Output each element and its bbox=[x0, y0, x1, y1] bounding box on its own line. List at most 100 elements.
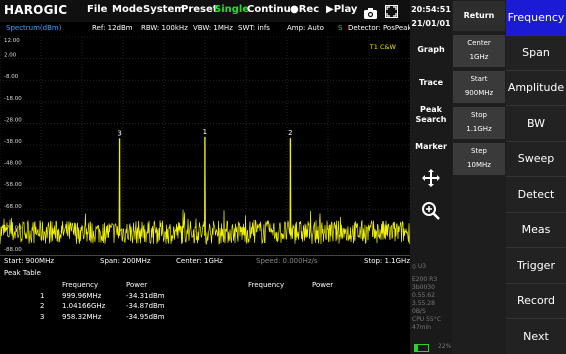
spectrum-unit-label: Spectrum(dBm) bbox=[6, 24, 62, 32]
single-button[interactable]: Single bbox=[214, 4, 249, 15]
marker-label: 1 bbox=[203, 128, 207, 136]
menu-amplitude[interactable]: Amplitude bbox=[506, 70, 566, 106]
menu-next[interactable]: Next bbox=[506, 319, 566, 354]
vbw-value: VBW: 1MHz bbox=[193, 24, 233, 32]
menu-system[interactable]: System bbox=[143, 4, 185, 15]
peak-row-index: 1 bbox=[40, 292, 45, 300]
status-line: 3b0030 bbox=[412, 284, 435, 291]
menu-record[interactable]: Record bbox=[506, 283, 566, 319]
fullscreen-icon[interactable] bbox=[385, 3, 398, 18]
battery-status: 22% bbox=[414, 343, 452, 352]
y-tick-label: -28.00 bbox=[4, 117, 22, 123]
battery-icon bbox=[414, 344, 429, 352]
datetime-display: 20:54:51 21/01/01 bbox=[410, 3, 452, 31]
menu-file[interactable]: File bbox=[87, 4, 107, 15]
record-button[interactable]: ●Rec bbox=[290, 4, 319, 15]
y-tick-label: -68.00 bbox=[4, 204, 22, 210]
y-tick-label: -38.00 bbox=[4, 139, 22, 145]
start-freq-box[interactable]: Start 900MHz bbox=[453, 71, 505, 103]
ref-level: Ref: 12dBm bbox=[92, 24, 133, 32]
y-tick-label: -18.00 bbox=[4, 96, 22, 102]
info-row: Spectrum(dBm) Ref: 12dBm RBW: 100kHz VBW… bbox=[0, 22, 412, 34]
speed-value: Speed: 0.000Hz/s bbox=[256, 257, 318, 265]
swt-value: SWT: infs bbox=[238, 24, 270, 32]
peak-row-frequency: 999.96MHz bbox=[62, 292, 102, 300]
record-label: Rec bbox=[298, 4, 320, 15]
status-line: 47min bbox=[412, 324, 431, 331]
start-freq: Start: 900MHz bbox=[4, 257, 55, 265]
menu-frequency[interactable]: Frequency bbox=[506, 0, 566, 36]
stop-label: Stop bbox=[471, 111, 487, 119]
center-freq: Center: 1GHz bbox=[176, 257, 223, 265]
play-label: Play bbox=[333, 4, 358, 15]
peak-row-power: -34.31dBm bbox=[126, 292, 165, 300]
trace-label: T1 C&W bbox=[369, 43, 397, 51]
peak-row-frequency: 1.04166GHz bbox=[62, 302, 106, 310]
col-header-power: Power bbox=[126, 281, 148, 289]
y-tick-label: -58.00 bbox=[4, 182, 22, 188]
status-line: 0.55.62 bbox=[412, 292, 435, 299]
sweep-status: S bbox=[338, 24, 343, 32]
menu-meas[interactable]: Meas bbox=[506, 212, 566, 248]
amp-value: Amp: Auto bbox=[287, 24, 324, 32]
peak-table-title: Peak Table bbox=[4, 269, 41, 277]
menu-detect[interactable]: Detect bbox=[506, 177, 566, 213]
step-label: Step bbox=[471, 147, 487, 155]
menu-preset[interactable]: Preset bbox=[181, 4, 218, 15]
app-logo: HAROGIC bbox=[4, 3, 68, 17]
clock-date: 21/01/01 bbox=[411, 19, 451, 28]
peak-row-index: 2 bbox=[40, 302, 45, 310]
marker-label: 2 bbox=[288, 129, 292, 137]
top-bar: HAROGIC File Mode System Preset Single C… bbox=[0, 0, 410, 22]
spectrum-plot[interactable]: 12.00 2.00 -8.00 -18.00 -28.00 -38.00 -48.00 -5… bbox=[0, 34, 411, 255]
main-menu: Frequency Span Amplitude BW Sweep Detect… bbox=[506, 0, 566, 354]
menu-mode[interactable]: Mode bbox=[112, 4, 143, 15]
parameter-column: Return Center 1GHz Start 900MHz Stop 1.1… bbox=[452, 0, 506, 354]
marker-button[interactable]: Marker bbox=[410, 141, 452, 153]
y-tick-label: -8.00 bbox=[4, 74, 19, 80]
continuous-button[interactable]: Continu. bbox=[247, 4, 295, 15]
camera-icon[interactable] bbox=[364, 4, 377, 19]
status-line: CPU 55°C bbox=[412, 316, 441, 323]
start-value: 900MHz bbox=[464, 89, 494, 97]
menu-trigger[interactable]: Trigger bbox=[506, 248, 566, 284]
col-header-power-2: Power bbox=[312, 281, 334, 289]
step-box[interactable]: Step 10MHz bbox=[453, 143, 505, 175]
center-freq-box[interactable]: Center 1GHz bbox=[453, 35, 505, 67]
y-tick-label: -48.00 bbox=[4, 161, 22, 167]
play-icon: ▶ bbox=[326, 4, 334, 15]
center-value: 1GHz bbox=[469, 53, 489, 61]
peak-row-power: -34.95dBm bbox=[126, 313, 165, 321]
stop-freq-box[interactable]: Stop 1.1GHz bbox=[453, 107, 505, 139]
col-header-frequency: Frequency bbox=[62, 281, 99, 289]
peak-row-index: 3 bbox=[40, 313, 45, 321]
stop-value: 1.1GHz bbox=[466, 125, 492, 133]
play-button[interactable]: ▶Play bbox=[326, 4, 357, 15]
center-label: Center bbox=[467, 39, 491, 47]
rbw-value: RBW: 100kHz bbox=[141, 24, 188, 32]
trace-button[interactable]: Trace bbox=[410, 77, 452, 89]
col-header-frequency-2: Frequency bbox=[248, 281, 285, 289]
zoom-in-icon[interactable] bbox=[421, 201, 441, 221]
peak-row-power: -34.87dBm bbox=[126, 302, 165, 310]
graph-button[interactable]: Graph bbox=[410, 44, 452, 56]
marker-label: 3 bbox=[117, 129, 121, 137]
u3-label: U3 bbox=[417, 263, 427, 270]
peak-row-frequency: 958.32MHz bbox=[62, 313, 102, 321]
u3-status: ⦸ U3 bbox=[412, 263, 426, 271]
menu-sweep[interactable]: Sweep bbox=[506, 141, 566, 177]
move-hand-icon[interactable] bbox=[421, 168, 441, 188]
step-value: 10MHz bbox=[467, 161, 491, 169]
span-value: Span: 200MHz bbox=[100, 257, 151, 265]
y-tick-label: 2.00 bbox=[4, 53, 17, 59]
status-line: 3.55.28 bbox=[412, 300, 435, 307]
battery-level: 22% bbox=[438, 343, 452, 350]
menu-bw[interactable]: BW bbox=[506, 106, 566, 142]
peak-search-button[interactable]: Peak Search bbox=[411, 105, 451, 125]
system-status: E200 R3 3b0030 0.55.62 3.55.28 0B/S CPU … bbox=[412, 276, 441, 332]
menu-span[interactable]: Span bbox=[506, 35, 566, 71]
status-line: 0B/S bbox=[412, 308, 426, 315]
record-dot-icon: ● bbox=[290, 4, 299, 15]
return-button[interactable]: Return bbox=[453, 1, 505, 31]
spectrum-chart[interactable]: 12.00 2.00 -8.00 -18.00 -28.00 -38.00 -48.00 -5… bbox=[0, 34, 411, 255]
